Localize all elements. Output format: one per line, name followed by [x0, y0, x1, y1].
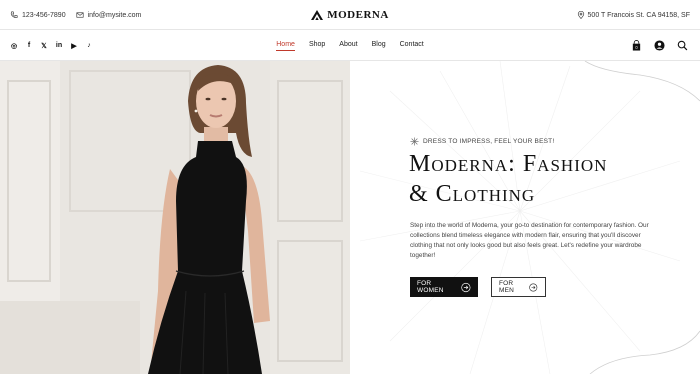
nav-item-shop[interactable]: Shop	[309, 41, 325, 50]
hero-section: DRESS TO IMPRESS, FEEL YOUR BEST! Modern…	[0, 61, 700, 374]
location-pin-icon	[577, 11, 584, 19]
headline-line-2: & Clothing	[409, 181, 536, 207]
logo-mark-icon	[311, 10, 324, 20]
sunburst-decoration	[359, 61, 700, 374]
address-text: 500 T Francois St. CA 94158, SF	[587, 11, 690, 19]
model-image	[0, 61, 350, 374]
main-menu: Home Shop About Blog Contact	[0, 30, 700, 61]
hero-headline: Moderna: Fashion & Clothing	[409, 149, 699, 209]
hero-tagline: DRESS TO IMPRESS, FEEL YOUR BEST!	[410, 137, 554, 146]
nav-item-contact[interactable]: Contact	[400, 41, 424, 50]
nav-item-about[interactable]: About	[339, 41, 357, 50]
arrow-right-circle-icon	[529, 283, 538, 291]
arrow-right-circle-icon	[461, 282, 471, 292]
nav-item-home[interactable]: Home	[276, 41, 295, 51]
for-women-button[interactable]: FOR WOMEN	[410, 277, 478, 297]
tagline-text: DRESS TO IMPRESS, FEEL YOUR BEST!	[423, 138, 555, 145]
for-men-label: FOR MEN	[499, 280, 515, 294]
for-women-label: FOR WOMEN	[417, 280, 444, 294]
nav-actions: 0	[631, 30, 688, 61]
address-info: 500 T Francois St. CA 94158, SF	[577, 0, 690, 30]
account-icon[interactable]	[654, 40, 665, 51]
hero-content-panel: DRESS TO IMPRESS, FEEL YOUR BEST! Modern…	[350, 61, 700, 374]
nav-item-blog[interactable]: Blog	[372, 41, 386, 50]
brand-name: MODERNA	[327, 9, 389, 21]
sparkle-icon	[410, 137, 419, 146]
nav-bar: ◎ f 𝕏 in ▶ ♪ Home Shop About Blog Contac…	[0, 30, 700, 61]
shopping-bag-icon[interactable]: 0	[631, 40, 642, 51]
top-bar: 123-456-7890 info@mysite.com MODERNA 500…	[0, 0, 700, 30]
for-men-button[interactable]: FOR MEN	[491, 277, 546, 297]
search-icon[interactable]	[677, 40, 688, 51]
hero-model-photo	[0, 61, 350, 374]
hero-description: Step into the world of Moderna, your go-…	[410, 222, 649, 259]
headline-line-1: Moderna: Fashion	[409, 151, 608, 177]
